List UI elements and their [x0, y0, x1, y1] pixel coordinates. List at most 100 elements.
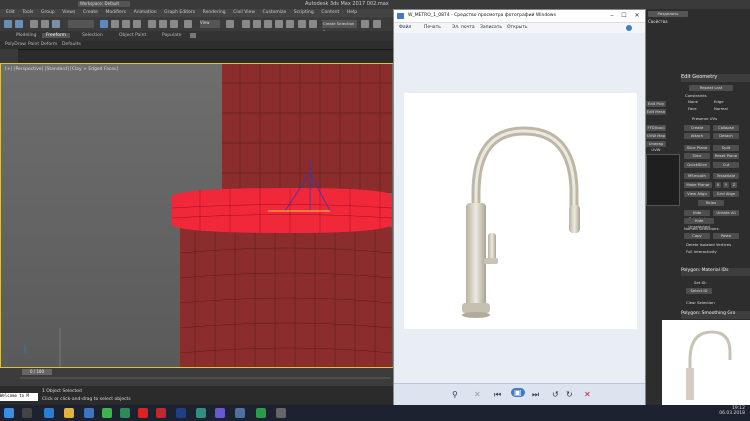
menu-animation[interactable]: Animation [134, 9, 157, 17]
planar-x-button[interactable]: X [715, 182, 721, 188]
angle-snap-icon[interactable] [253, 20, 261, 28]
task-view-icon[interactable] [22, 408, 32, 418]
rotate-icon[interactable] [159, 20, 167, 28]
chrome-icon[interactable] [102, 408, 112, 418]
workspace-dropdown[interactable]: Workspace: Default [78, 1, 130, 7]
percent-snap-icon[interactable] [264, 20, 272, 28]
edge-icon[interactable] [44, 408, 54, 418]
constraint-none[interactable]: None [688, 99, 698, 104]
modifier-stack[interactable] [646, 154, 680, 206]
unlink-icon[interactable] [41, 20, 49, 28]
tab-object-paint[interactable]: Object Paint [115, 33, 150, 38]
view-align-button[interactable]: View Align [684, 191, 710, 197]
menu-tools[interactable]: Tools [22, 9, 33, 17]
menu-civil-view[interactable]: Civil View [233, 9, 255, 17]
menu-help[interactable]: Help [347, 9, 357, 17]
move-icon[interactable] [148, 20, 156, 28]
time-slider[interactable]: 0 / 100 [22, 369, 52, 375]
fit-window-icon[interactable]: ✕ [474, 390, 481, 399]
previous-icon[interactable]: ⏮ [494, 390, 501, 400]
menu-print[interactable]: Печать [424, 25, 441, 30]
clear-selection-checkbox[interactable]: Clear Selection [686, 300, 715, 305]
delete-icon[interactable]: ✕ [584, 390, 591, 399]
tab-populate[interactable]: Populate [158, 33, 186, 38]
relax-button[interactable]: Relax [698, 200, 724, 206]
other-app-icon[interactable] [276, 408, 286, 418]
full-interactivity-checkbox[interactable]: Full Interactivity [686, 249, 717, 254]
modifier-edit-poly[interactable]: Edit Poly [646, 101, 666, 107]
modifier-ffd[interactable]: FFD(box) [646, 125, 666, 131]
minimize-button[interactable]: ‒ [606, 12, 618, 19]
modifier-edit-mesh[interactable]: Edit Mesh [646, 109, 666, 115]
ribbon-polydraw[interactable]: PolyDraw [5, 42, 26, 47]
planar-y-button[interactable]: Y [723, 182, 729, 188]
properties-button[interactable]: Свойства [648, 19, 678, 26]
msmooth-button[interactable]: MSmooth [684, 173, 710, 179]
maxscript-listener[interactable]: Welcome to M [0, 393, 38, 401]
selection-filter-dropdown[interactable] [68, 20, 94, 28]
split-button[interactable]: Split [713, 145, 739, 151]
ribbon-toggle-icon[interactable] [190, 33, 196, 38]
cut-button[interactable]: Cut [713, 162, 739, 168]
spinner-snap-icon[interactable] [275, 20, 283, 28]
timeline[interactable] [0, 368, 395, 386]
ribbon-defaults[interactable]: Defaults [62, 42, 81, 47]
polygon-smoothing-rollout[interactable]: Polygon: Smoothing Gro [681, 311, 750, 319]
menu-customize[interactable]: Customize [263, 9, 287, 17]
edit-geometry-rollout[interactable]: Edit Geometry [681, 74, 750, 82]
photo-viewer-task-icon[interactable] [235, 408, 245, 418]
layer-explorer-icon[interactable] [373, 20, 381, 28]
reset-plane-button[interactable]: Reset Plane [713, 153, 739, 159]
collapse-button[interactable]: Collapse [713, 125, 739, 131]
share-button[interactable]: Разделить [648, 11, 688, 17]
modifier-uvw-map[interactable]: UVW Map [646, 133, 666, 139]
snaps-toggle-icon[interactable] [242, 20, 250, 28]
slideshow-button[interactable]: ▣ [511, 388, 525, 397]
tab-selection[interactable]: Selection [78, 33, 107, 38]
scale-icon[interactable] [170, 20, 178, 28]
slice-button[interactable]: Slice [684, 153, 710, 159]
attach-button[interactable]: Attach [684, 133, 710, 139]
reference-coordinate-dropdown[interactable]: View [200, 20, 220, 28]
green-app-icon[interactable] [256, 408, 266, 418]
menu-edit[interactable]: Edit [6, 9, 15, 17]
unhide-all-button[interactable]: Unhide All [713, 210, 739, 216]
menu-modifiers[interactable]: Modifiers [105, 9, 126, 17]
constraint-edge[interactable]: Edge [714, 99, 724, 104]
mirror-icon[interactable] [298, 20, 306, 28]
menu-views[interactable]: Views [62, 9, 75, 17]
select-id-button[interactable]: Select ID [686, 288, 712, 294]
help-icon[interactable] [626, 25, 632, 31]
rectangular-selection-icon[interactable] [122, 20, 130, 28]
constraint-face[interactable]: Face [688, 106, 697, 111]
quickslice-button[interactable]: QuickSlice [684, 162, 710, 168]
preserve-uvs-checkbox[interactable]: Preserve UVs [692, 116, 717, 121]
create-button[interactable]: Create [684, 125, 710, 131]
zoom-icon[interactable]: ⚲ [452, 390, 458, 399]
menu-content[interactable]: Content [321, 9, 339, 17]
paste-button[interactable]: Paste [713, 233, 739, 239]
polygon-material-ids-rollout[interactable]: Polygon: Material IDs [681, 268, 750, 276]
close-button[interactable]: ✕ [631, 12, 643, 19]
create-selection-set-dropdown[interactable]: Create Selection Se [322, 20, 357, 34]
rotate-cw-icon[interactable]: ↻ [566, 390, 573, 399]
select-object-icon[interactable] [100, 20, 108, 28]
photoshop-icon[interactable] [176, 408, 186, 418]
repeat-last-button[interactable]: Repeat Last [689, 85, 733, 91]
planar-z-button[interactable]: Z [731, 182, 737, 188]
store-icon[interactable] [84, 408, 94, 418]
viber-icon[interactable] [215, 408, 225, 418]
grid-align-button[interactable]: Grid Align [713, 191, 739, 197]
edit-named-selection-icon[interactable] [286, 20, 294, 28]
delete-isolated-checkbox[interactable]: Delete Isolated Vertices [686, 242, 731, 247]
window-crossing-icon[interactable] [133, 20, 141, 28]
hide-selected-button[interactable]: Hide Selected [684, 210, 710, 221]
viewer-canvas[interactable] [394, 33, 645, 383]
pivot-icon[interactable] [226, 20, 234, 28]
menu-create[interactable]: Create [83, 9, 98, 17]
link-icon[interactable] [30, 20, 38, 28]
3dsmax-icon[interactable] [196, 408, 206, 418]
explorer-icon[interactable] [64, 408, 74, 418]
undo-icon[interactable] [4, 20, 12, 28]
detach-button[interactable]: Detach [713, 133, 739, 139]
